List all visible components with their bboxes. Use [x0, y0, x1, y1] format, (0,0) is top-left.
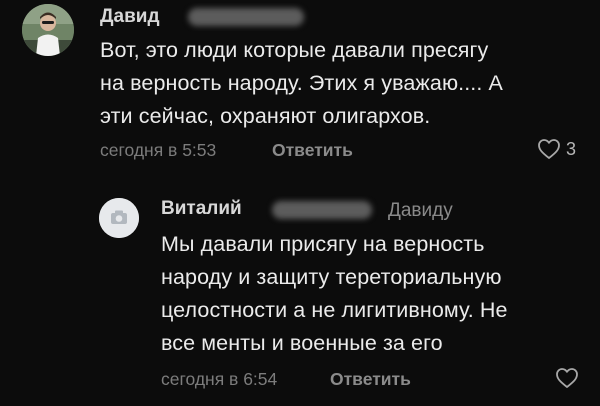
comment-text-line: на верность народу. Этих я уважаю.... А — [100, 71, 503, 95]
like-button[interactable] — [555, 367, 579, 389]
reply-text-line: народу и защиту тереториальную — [161, 265, 502, 289]
reply-text-line: все менты и военные за его — [161, 331, 443, 355]
camera-placeholder-icon — [99, 198, 139, 238]
reply-to-link[interactable]: Давиду — [388, 200, 453, 222]
reply-author-name[interactable]: Виталий — [161, 198, 242, 220]
avatar-photo — [22, 4, 74, 56]
reply-text-line: Мы давали присягу на верность — [161, 232, 485, 256]
reply-timestamp: сегодня в 6:54 — [161, 369, 278, 389]
reply-button[interactable]: Ответить — [330, 369, 411, 390]
reply-text-line: целостности а не лигитивному. Не — [161, 298, 508, 322]
comment-text-line: эти сейчас, охраняют олигархов. — [100, 104, 431, 128]
comment-timestamp: сегодня в 5:53 — [100, 140, 217, 160]
heart-outline-icon — [556, 368, 578, 388]
comment-author-name[interactable]: Давид — [100, 6, 160, 28]
reply-button[interactable]: Ответить — [272, 140, 353, 161]
heart-outline-icon — [538, 139, 560, 159]
like-button[interactable]: 3 — [537, 138, 576, 160]
comment-text-line: Вот, это люди которые давали пресягу — [100, 38, 489, 62]
like-count: 3 — [566, 138, 577, 159]
redacted-surname — [188, 8, 304, 26]
avatar[interactable] — [22, 4, 74, 56]
redacted-surname — [272, 201, 372, 219]
avatar[interactable] — [99, 198, 139, 238]
